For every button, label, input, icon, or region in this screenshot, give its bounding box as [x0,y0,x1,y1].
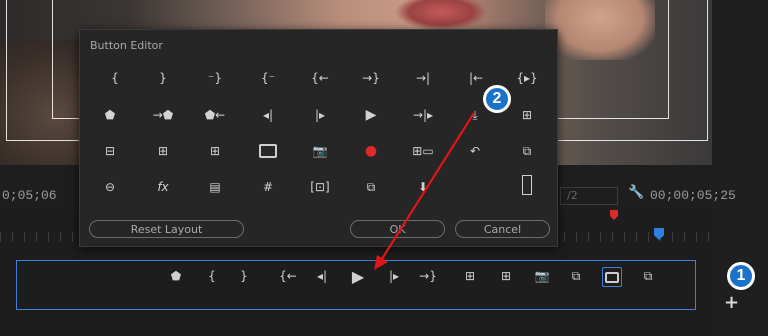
cancel-button[interactable]: Cancel [455,220,550,238]
add-marker-icon[interactable]: ⬟ [99,106,121,124]
go-to-in-icon[interactable]: {← [279,267,297,285]
mark-out-icon[interactable]: } [235,267,253,285]
reset-layout-button[interactable]: Reset Layout [89,220,244,238]
spacer-icon[interactable] [516,175,538,195]
step-back-icon[interactable]: ◂| [313,267,331,285]
comparison-view-icon[interactable]: ⧉ [360,178,382,196]
safe-margins-glyph [605,271,619,283]
mark-out-icon[interactable]: } [152,69,174,87]
overwrite-icon[interactable]: ⊞ [152,142,174,160]
camera-icon[interactable]: 📷 [309,142,331,160]
go-to-in-icon[interactable]: {← [309,69,331,87]
comparison-view-icon[interactable]: ⧉ [567,267,585,285]
safe-margins-glyph [259,144,277,158]
vr-video-icon[interactable]: ⧉ [639,267,657,285]
resolution-value: /2 [567,189,578,202]
callout-badge-1: 1 [727,262,755,290]
in-point-marker[interactable] [610,210,618,220]
dialog-title: Button Editor [90,39,163,52]
insert-icon[interactable]: ⊟ [99,142,121,160]
go-to-previous-edit-icon[interactable]: |← [465,69,487,87]
lumetri-scopes-icon[interactable]: ⊖ [99,178,121,196]
lift-icon[interactable]: ⊞ [516,106,538,124]
duration-timecode: 00;00;05;25 [650,188,736,203]
transmit-icon[interactable]: # [257,178,279,196]
proxy-toggle-icon[interactable]: ⬇ [412,178,434,196]
extract-icon[interactable]: ⊞ [204,142,226,160]
mark-in-icon[interactable]: { [203,267,221,285]
lift-icon[interactable]: ⊞ [461,267,479,285]
go-to-out-icon[interactable]: →} [360,69,382,87]
monitor-button-bar[interactable]: ⬟ { } {← ◂| ▶ |▸ →} ⊞ ⊞ 📷 ⧉ ⧉ [16,260,696,310]
play-around-icon[interactable]: →|▸ [412,106,434,124]
loop-icon[interactable]: ↶ [464,142,486,160]
record-icon[interactable]: ● [360,142,382,160]
button-editor-dialog: Button Editor { } ⁻} {⁻ {← →} →| |← {▸} … [79,29,558,247]
fx-toggle-icon[interactable]: fx [152,178,174,196]
trim-icon[interactable]: ▤ [204,178,226,196]
safe-margins-icon[interactable] [257,142,279,160]
callout-badge-2: 2 [483,85,511,113]
play-in-to-out-icon[interactable]: {▸} [516,69,538,87]
add-button-plus-icon[interactable]: + [724,292,739,313]
mark-in-icon[interactable]: { [104,69,126,87]
step-back-icon[interactable]: ◂| [257,106,279,124]
spacer-glyph [522,175,532,195]
wrench-icon[interactable]: 🔧 [628,185,644,200]
show-rulers-icon[interactable]: [⊡] [309,178,331,196]
playhead-timecode[interactable]: 0;05;06 [2,188,57,203]
extract-icon[interactable]: ⊞ [497,267,515,285]
export-frame-icon[interactable]: ⤓ [464,106,486,124]
go-to-previous-marker-icon[interactable]: ⬟← [204,106,226,124]
step-forward-icon[interactable]: |▸ [385,267,403,285]
add-marker-icon[interactable]: ⬟ [167,267,185,285]
mark-clip-out-icon[interactable]: ⁻} [204,69,226,87]
ok-button[interactable]: OK [350,220,445,238]
safe-margins-icon[interactable] [602,267,622,287]
play-icon[interactable]: ▶ [360,106,382,124]
go-to-next-edit-icon[interactable]: →| [412,69,434,87]
camera-icon[interactable]: 📷 [533,267,551,285]
step-forward-icon[interactable]: |▸ [309,106,331,124]
mark-clip-in-icon[interactable]: {⁻ [257,69,279,87]
go-to-next-marker-icon[interactable]: →⬟ [152,106,174,124]
multi-camera-icon[interactable]: ⊞▭ [412,142,434,160]
resolution-select[interactable]: /2 [560,187,618,205]
vr-video-icon[interactable]: ⧉ [516,142,538,160]
play-icon[interactable]: ▶ [349,267,367,286]
go-to-out-icon[interactable]: →} [419,267,437,285]
